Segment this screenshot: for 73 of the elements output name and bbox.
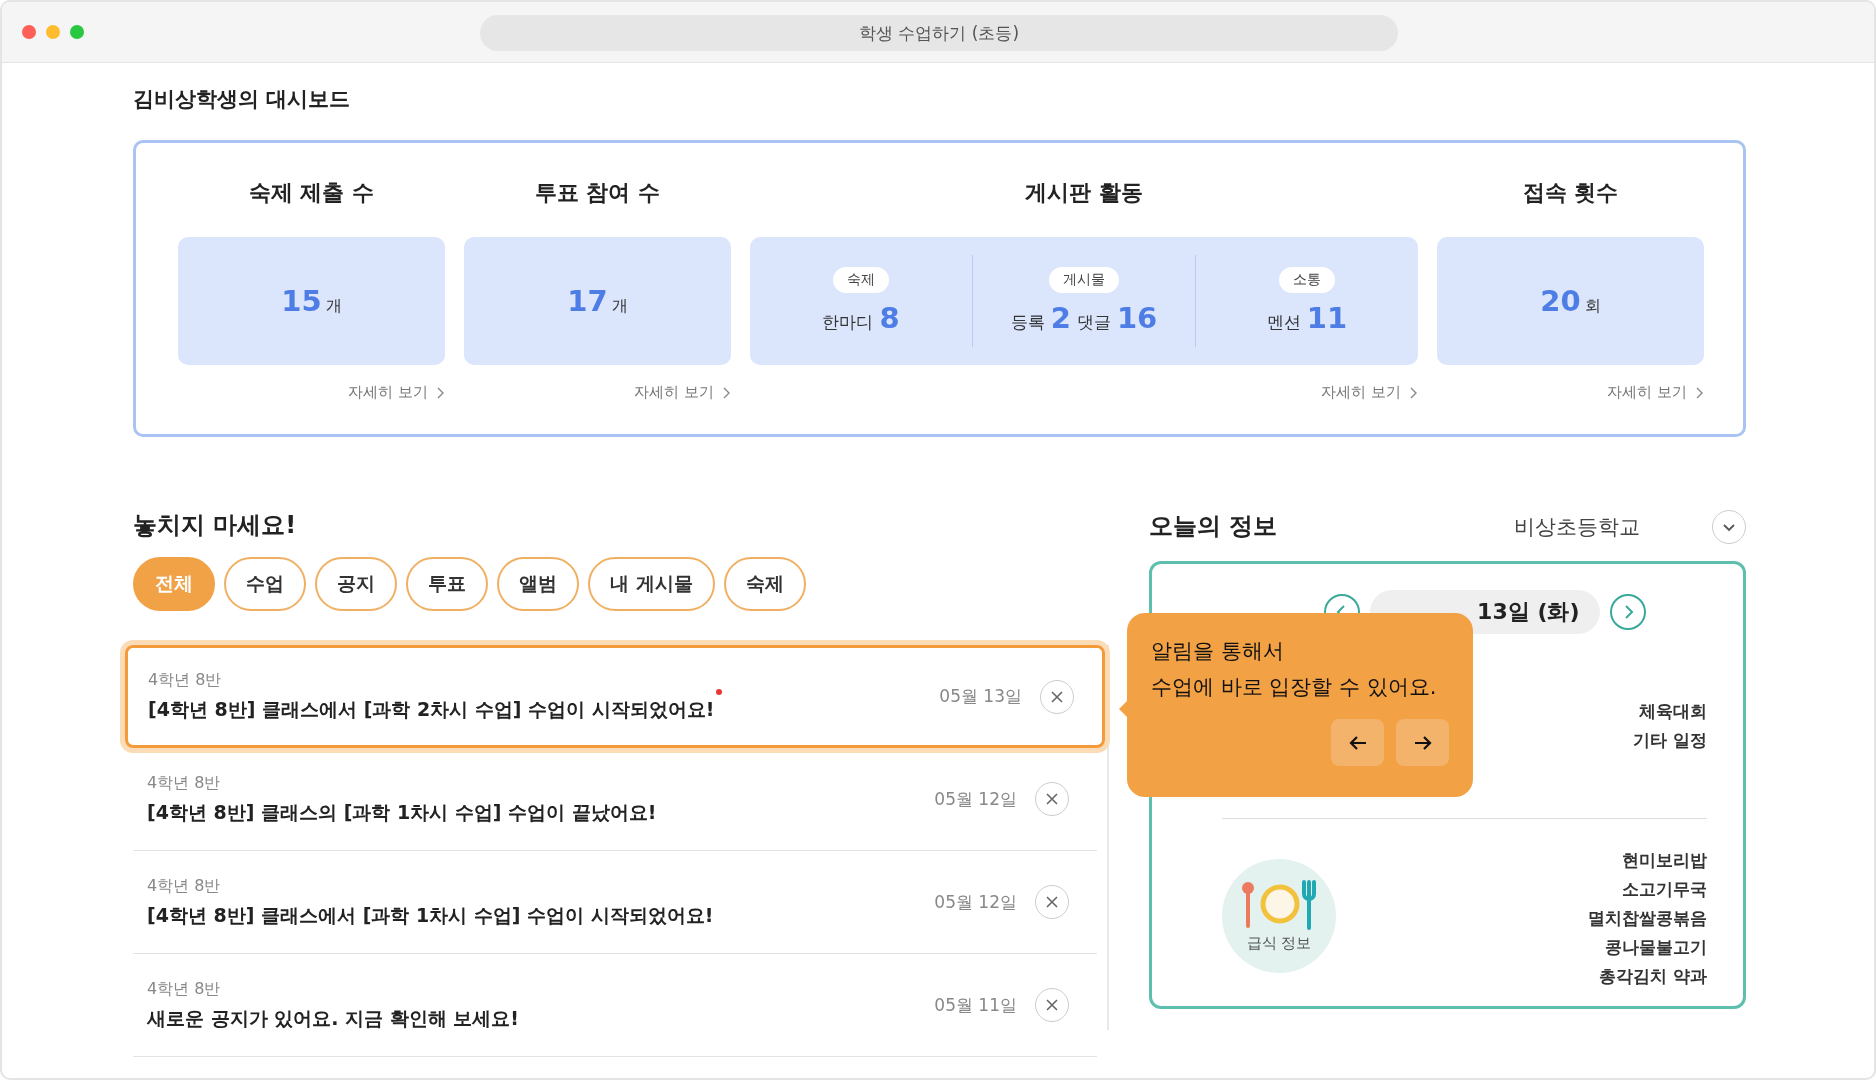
notification-message: [4학년 8반] 클래스에서 [과학 2차시 수업] 수업이 시작되었어요! <box>148 697 715 722</box>
notification-message: [4학년 8반] 클래스의 [과학 1차시 수업] 수업이 끝났어요! <box>147 799 657 825</box>
date-text: 05월 12일 <box>934 890 1017 914</box>
more-link[interactable]: 자세히 보기 <box>348 383 445 402</box>
stat-unit: 회 <box>1584 296 1601 317</box>
stat-value: 20 <box>1540 284 1581 318</box>
close-icon <box>1050 689 1064 704</box>
close-button[interactable] <box>1035 885 1069 919</box>
notification-message: [4학년 8반] 클래스에서 [과학 1차시 수업] 수업이 시작되었어요! <box>147 902 714 928</box>
meal-label: 급식 정보 <box>1246 933 1312 953</box>
dashboard-title: 김비상학생의 대시보드 <box>133 86 352 113</box>
section-title: 오늘의 정보 <box>1149 511 1279 542</box>
date-text: 05월 11일 <box>934 993 1017 1017</box>
stat-title: 투표 참여 수 <box>533 179 662 207</box>
stat-value: 2 <box>1050 301 1071 335</box>
previous-arrow-button[interactable] <box>1331 719 1384 766</box>
filter-chip[interactable]: 투표 <box>406 557 488 611</box>
close-icon <box>1045 792 1059 806</box>
more-link[interactable]: 자세히 보기 <box>634 383 731 402</box>
next-date-icon[interactable] <box>1609 594 1646 630</box>
school-dropdown[interactable]: 비상초등학교 <box>1514 513 1640 541</box>
filter-chip[interactable]: 숙제 <box>723 557 806 611</box>
class-label: 4학년 8반 <box>148 670 223 691</box>
close-button[interactable] <box>1040 679 1074 714</box>
chevron-right-icon <box>436 386 445 399</box>
stat-value: 17 <box>567 284 608 318</box>
maximize-window-button[interactable] <box>70 25 84 39</box>
close-icon <box>1045 895 1059 909</box>
notification-row[interactable]: 4학년 8반 [4학년 8반] 클래스에서 [과학 1차시 수업] 수업이 시작되었어요! 05월 12일 <box>133 851 1097 954</box>
stat-label: 등록 <box>1010 311 1045 334</box>
next-arrow-button[interactable] <box>1396 719 1449 766</box>
date-text: 05월 13일 <box>939 685 1022 708</box>
date-text: 05월 12일 <box>934 787 1017 811</box>
class-label: 4학년 8반 <box>147 978 222 1000</box>
tooltip-text: 알림을 통해서 수업에 바로 입장할 수 있어요. <box>1151 638 1438 701</box>
close-button[interactable] <box>1035 782 1069 816</box>
chevron-right-icon <box>1695 386 1704 399</box>
stat-value: 16 <box>1116 301 1158 335</box>
filter-chip[interactable]: 공지 <box>315 557 397 611</box>
class-label: 4학년 8반 <box>147 875 222 897</box>
filter-chip[interactable]: 앨범 <box>497 557 579 611</box>
more-link[interactable]: 자세히 보기 <box>1607 383 1704 402</box>
close-icon <box>1045 998 1059 1012</box>
stat-value: 11 <box>1306 301 1348 335</box>
filter-chip[interactable]: 수업 <box>224 557 306 611</box>
stat-title: 게시판 활동 <box>1024 179 1144 207</box>
more-link[interactable]: 자세히 보기 <box>1321 383 1418 402</box>
schedule-item: 기타 일정 <box>1633 729 1707 752</box>
notification-row[interactable]: 4학년 8반 새로운 공지가 있어요. 지금 확인해 보세요! 05월 11일 <box>133 954 1097 1057</box>
stat-label: 멘션 <box>1266 311 1301 334</box>
stat-label: 한마디 <box>822 311 874 334</box>
window-title: 학생 수업하기 (초등) <box>480 15 1398 51</box>
minimize-window-button[interactable] <box>46 25 60 39</box>
stat-value: 15 <box>281 284 322 318</box>
filter-chip[interactable]: 내 게시물 <box>588 557 715 611</box>
section-title: 놓치지 마세요! <box>133 510 298 541</box>
stat-label: 댓글 <box>1076 311 1111 334</box>
notification-row[interactable]: 4학년 8반 [4학년 8반] 클래스의 [과학 1차시 수업] 수업이 끝났어요! 05월 12일 <box>133 748 1097 851</box>
notification-message: 새로운 공지가 있어요. 지금 확인해 보세요! <box>147 1005 519 1031</box>
stat-unit: 개 <box>611 296 628 317</box>
category-tag: 숙제 <box>833 267 889 293</box>
stat-value: 8 <box>879 301 900 335</box>
chevron-right-icon <box>722 386 731 399</box>
schedule-item: 체육대회 <box>1639 700 1707 723</box>
close-window-button[interactable] <box>22 25 36 39</box>
close-button[interactable] <box>1035 988 1069 1022</box>
class-label: 4학년 8반 <box>147 772 222 794</box>
stat-title: 숙제 제출 수 <box>247 179 376 207</box>
category-tag: 게시물 <box>1049 267 1119 293</box>
chevron-right-icon <box>1409 386 1418 399</box>
stat-unit: 개 <box>325 296 342 317</box>
stat-title: 접속 횟수 <box>1521 179 1620 207</box>
category-tag: 소통 <box>1279 267 1335 293</box>
